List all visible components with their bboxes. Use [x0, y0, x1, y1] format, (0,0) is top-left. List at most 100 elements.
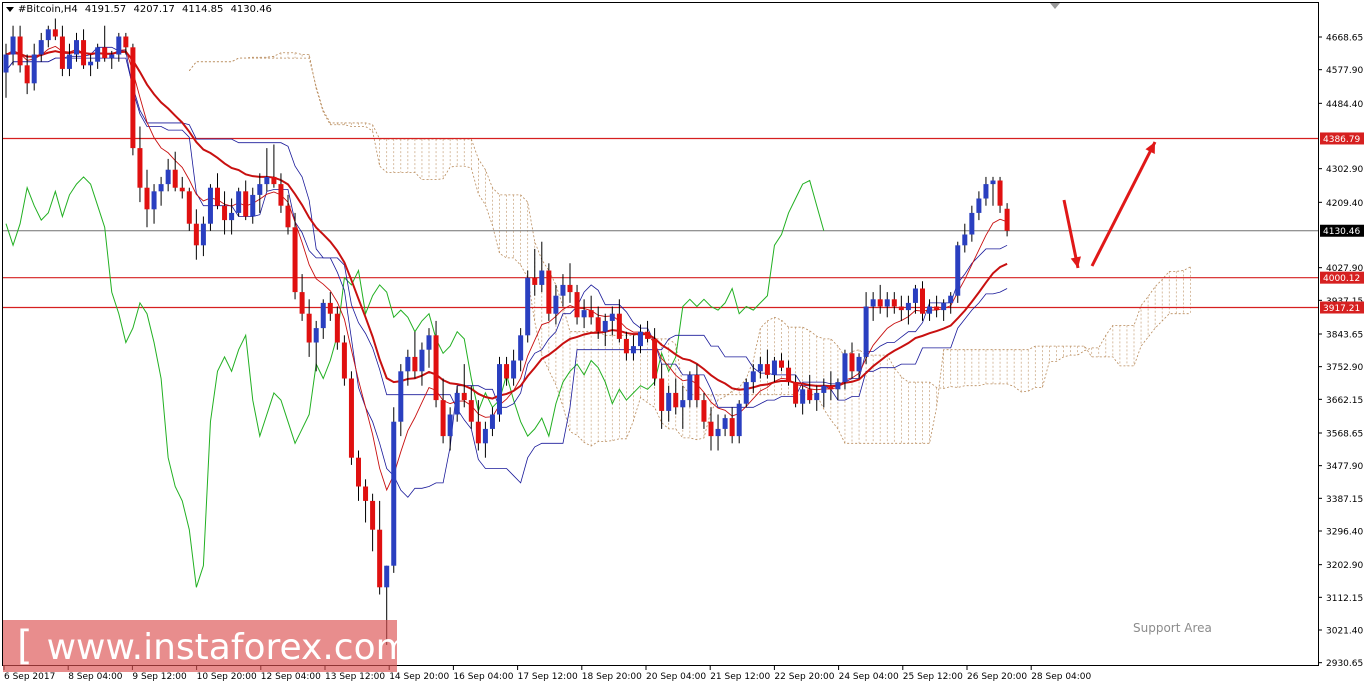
candle-body [165, 169, 171, 185]
candle-body [250, 194, 256, 217]
candle-body [222, 205, 228, 221]
chart-area[interactable]: 4668.65 4577.90 4484.40 4302.90 4209.40 4027.… [0, 0, 1365, 689]
y-tick-label: 2930.65 [1326, 659, 1363, 669]
candle-body [602, 320, 608, 332]
candle-body [757, 364, 763, 372]
candle-body [588, 310, 594, 318]
candle-body [95, 47, 101, 62]
support-area-label: Support Area [1133, 621, 1212, 635]
candle-body [102, 47, 108, 59]
y-tick-label: 4668.65 [1326, 34, 1363, 44]
candle-body [835, 382, 841, 390]
x-tick-label: 10 Sep 20:00 [197, 672, 257, 682]
candle-body [990, 180, 996, 185]
y-tick-label: 3387.15 [1326, 495, 1363, 505]
candle-body [207, 187, 213, 224]
symbol-label: #Bitcoin,H4 [18, 4, 78, 15]
candle-body [334, 313, 340, 343]
candle-body [278, 184, 284, 206]
candle-body [285, 205, 291, 228]
candle-body [398, 371, 404, 422]
candle-body [489, 414, 495, 429]
candle-body [109, 54, 115, 59]
candle-body [384, 565, 390, 588]
candle-body [306, 313, 312, 343]
candle-body [447, 414, 453, 437]
price-chart[interactable]: 4668.654577.904484.404302.904209.404027.… [0, 0, 1365, 689]
candle-body [800, 389, 806, 404]
y-tick-label: 3296.40 [1326, 528, 1363, 538]
x-tick-label: 13 Sep 12:00 [325, 672, 385, 682]
candle-body [771, 360, 777, 375]
chart-background [0, 0, 1365, 689]
candle-body [81, 40, 87, 66]
candle-body [391, 421, 397, 566]
candle-body [243, 191, 249, 217]
candle-body [997, 180, 1003, 206]
candle-body [348, 378, 354, 458]
candle-body [405, 356, 411, 372]
candle-body [419, 349, 425, 372]
candle-body [66, 54, 72, 69]
candle-body [116, 36, 122, 55]
candle-body [948, 295, 954, 303]
candle-body [320, 302, 326, 329]
candle-body [504, 364, 510, 379]
candle-body [828, 385, 834, 390]
candle-body [31, 54, 37, 84]
candle-body [701, 400, 707, 422]
candle-body [264, 176, 270, 185]
candle-body [292, 227, 298, 293]
candle-body [779, 360, 784, 368]
y-tick-label: 4577.90 [1326, 66, 1363, 76]
candle-body [793, 382, 799, 404]
candle-body [934, 306, 940, 311]
candle-body [638, 331, 643, 347]
candle-body [454, 392, 460, 415]
candle-body [130, 47, 136, 149]
x-tick-label: 24 Sep 04:00 [839, 672, 899, 682]
candle-body [560, 284, 566, 296]
candle-body [581, 310, 587, 318]
candle-body [200, 223, 206, 246]
candle-body [821, 385, 827, 393]
x-tick-label: 8 Sep 04:00 [68, 672, 123, 682]
candle-body [236, 191, 242, 213]
candle-body [905, 302, 911, 311]
candle-body [24, 65, 30, 84]
candle-body [313, 328, 319, 343]
candle-body [356, 457, 361, 487]
level-tag: 4386.79 [1323, 135, 1360, 145]
candle-body [976, 198, 982, 213]
y-tick-label: 3752.90 [1326, 363, 1363, 373]
y-tick-label: 3477.90 [1326, 462, 1363, 472]
y-tick-label: 3568.65 [1326, 429, 1363, 439]
y-tick-label: 3021.40 [1326, 627, 1363, 637]
candle-body [609, 313, 615, 321]
candle-body [884, 299, 890, 307]
watermark-domain: www.instaforex.com [46, 627, 397, 668]
candle-body [630, 346, 636, 354]
candle-body [363, 486, 369, 501]
candle-body [482, 428, 488, 444]
menu-triangle-icon[interactable] [6, 6, 14, 12]
candle-body [870, 299, 876, 307]
chart-header: #Bitcoin,H4 4191.57 4207.17 4114.85 4130… [6, 4, 276, 15]
candle-body [807, 389, 813, 401]
candle-body [842, 353, 848, 383]
candle-body [299, 292, 305, 314]
candle-body [525, 277, 531, 336]
candle-body [729, 418, 735, 437]
x-tick-label: 9 Sep 12:00 [132, 672, 187, 682]
low-value: 4114.85 [182, 4, 224, 15]
candle-body [193, 223, 199, 246]
y-tick-label: 4209.40 [1326, 199, 1363, 209]
open-value: 4191.57 [84, 4, 127, 15]
watermark-bracket-open: [ [17, 623, 33, 669]
candle-body [88, 61, 94, 66]
x-tick-label: 21 Sep 12:00 [710, 672, 770, 682]
x-tick-label: 14 Sep 20:00 [389, 672, 449, 682]
candle-body [257, 184, 263, 195]
candle-body [426, 335, 432, 350]
candle-body [59, 36, 65, 69]
